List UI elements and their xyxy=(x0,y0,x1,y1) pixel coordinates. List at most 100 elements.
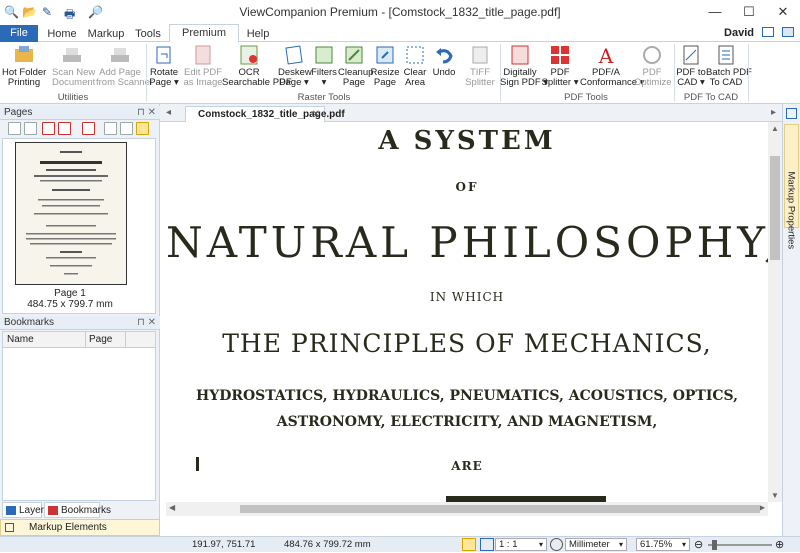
close-button[interactable]: ✕ xyxy=(768,2,798,22)
ortho-icon[interactable] xyxy=(480,538,494,551)
title-bar: 🔍 📂 ✎ 🖶 🔎 ViewCompanion Premium - [Comst… xyxy=(0,0,800,24)
thumbnail-label: Page 1 484.75 x 799.7 mm xyxy=(2,288,138,310)
rotate-page-button[interactable]: Rotate Page ▾ xyxy=(149,44,179,88)
hot-folder-icon xyxy=(15,46,33,62)
group-pdf-tools-label: PDF Tools xyxy=(564,92,608,103)
pages-panel-pin-close-icon[interactable]: ⊓ ✕ xyxy=(137,106,156,120)
document-tab-name: Comstock_1832_title_page.pdf xyxy=(198,109,345,120)
vertical-scroll-thumb[interactable] xyxy=(770,156,780,260)
bookmarks-column-name[interactable]: Name xyxy=(7,334,34,345)
tab-scroll-right-icon[interactable]: ▸ xyxy=(771,107,776,118)
add-page-from-scanner-button[interactable]: Add Page from Scanner xyxy=(96,44,153,88)
chevron-down-icon: ▾ xyxy=(618,540,623,549)
rotate-icon xyxy=(156,46,171,64)
tiff-splitter-label: TIFF Splitter xyxy=(465,67,495,88)
pdf-splitter-button[interactable]: PDF Splitter ▾ xyxy=(540,44,580,88)
resize-icon xyxy=(376,46,394,64)
horizontal-scroll-thumb[interactable] xyxy=(240,505,760,513)
document-tab[interactable]: Comstock_1832_title_page.pdf ✕ xyxy=(185,106,345,122)
pdf-to-cad-label: PDF to CAD ▾ xyxy=(676,67,706,88)
chevron-down-icon: ▾ xyxy=(681,540,686,549)
pages-panel-header: Pages ⊓ ✕ xyxy=(0,106,160,120)
document-size: 484.76 x 799.72 mm xyxy=(284,539,371,550)
dock-panel-icon[interactable] xyxy=(786,108,797,119)
digitally-sign-pdf-button[interactable]: Digitally Sign PDF ▾ xyxy=(500,44,548,88)
ribbon-tabs: File Home Markup Tools Premium Tools Hel… xyxy=(0,24,800,55)
pdf-optimize-button[interactable]: PDF Optimize xyxy=(634,44,672,88)
thumbnail-view-icon[interactable] xyxy=(136,122,149,135)
tab-home[interactable]: Home xyxy=(44,26,80,42)
delete-page-icon[interactable] xyxy=(42,122,55,135)
maximize-button[interactable]: ☐ xyxy=(734,2,764,22)
batch-pdf-to-cad-button[interactable]: Batch PDF To CAD xyxy=(706,44,752,88)
minimize-button[interactable]: — xyxy=(700,2,730,22)
zoom-in-icon[interactable]: ⊕ xyxy=(775,538,784,553)
pdf-line-are: ARE xyxy=(451,459,483,473)
bookmarks-panel-pin-close-icon[interactable]: ⊓ ✕ xyxy=(137,316,156,330)
hot-folder-printing-button[interactable]: Hot Folder Printing xyxy=(2,44,46,88)
remove-page-icon[interactable] xyxy=(58,122,71,135)
zoom-out-icon[interactable]: ⊖ xyxy=(694,538,703,553)
units-value: Millimeter xyxy=(569,539,610,550)
zoom-select[interactable]: 61.75% ▾ xyxy=(636,538,690,551)
extract-page-icon[interactable] xyxy=(82,122,95,135)
ocr-searchable-pdf-button[interactable]: OCR Searchable PDF xyxy=(222,44,292,88)
deskew-icon xyxy=(285,45,303,65)
scan-new-document-button[interactable]: Scan New Document xyxy=(52,44,95,88)
resize-page-button[interactable]: Resize Page xyxy=(370,44,400,88)
bookmarks-list[interactable] xyxy=(2,331,156,501)
restore-window-icon[interactable] xyxy=(782,27,794,37)
page-properties-icon[interactable] xyxy=(104,122,117,135)
deskew-page-button[interactable]: Deskew Page ▾ xyxy=(278,44,312,88)
cleanup-page-button[interactable]: Cleanup Page xyxy=(338,44,373,88)
insert-page-icon[interactable] xyxy=(8,122,21,135)
ribbon-options-icon[interactable] xyxy=(762,27,774,37)
markup-elements-label: Markup Elements xyxy=(29,522,107,533)
user-name[interactable]: David xyxy=(724,27,754,39)
svg-text:A: A xyxy=(598,44,614,66)
left-panel-tabs: Layers Bookmarks xyxy=(0,502,160,518)
tab-bookmarks[interactable]: Bookmarks xyxy=(44,502,111,518)
tab-markup[interactable]: Markup xyxy=(86,26,126,42)
optimize-label: PDF Optimize xyxy=(634,67,672,88)
cleanup-icon xyxy=(345,46,363,64)
add-scan-icon xyxy=(111,48,129,62)
scroll-left-icon[interactable]: ◀ xyxy=(169,503,175,512)
pdf-to-cad-button[interactable]: PDF to CAD ▾ xyxy=(676,44,706,88)
pdf-line-hydrostatics: HYDROSTATICS, HYDRAULICS, PNEUMATICS, AC… xyxy=(195,388,739,404)
tiff-splitter-button[interactable]: TIFF Splitter xyxy=(464,44,496,88)
resize-label: Resize Page xyxy=(370,67,400,88)
tab-premium-tools[interactable]: Premium Tools xyxy=(169,24,239,55)
zoom-value: 61.75% xyxy=(640,539,673,550)
zoom-slider[interactable] xyxy=(708,544,772,546)
tab-layers[interactable]: Layers xyxy=(2,502,49,518)
group-pdf-to-cad-label: PDF To CAD xyxy=(683,92,739,103)
page-thumbnail[interactable] xyxy=(15,142,127,285)
units-select[interactable]: Millimeter ▾ xyxy=(565,538,627,551)
undo-icon xyxy=(436,48,453,64)
tab-tools[interactable]: Tools xyxy=(132,26,164,42)
pdf-splitter-icon xyxy=(551,46,569,64)
document-view[interactable]: A SYSTEM OF NATURAL PHILOSOPHY; IN WHICH… xyxy=(166,122,768,502)
undo-button[interactable]: Undo xyxy=(430,44,458,78)
pdfa-conformance-button[interactable]: A PDF/A Conformance ▾ xyxy=(580,44,644,88)
tab-file[interactable]: File xyxy=(0,25,38,42)
scale-select[interactable]: 1 : 1 ▾ xyxy=(495,538,547,551)
scroll-down-icon[interactable]: ▼ xyxy=(771,491,779,500)
scale-value: 1 : 1 xyxy=(499,539,518,550)
close-tab-icon[interactable]: ✕ xyxy=(312,107,320,122)
page-export-icon[interactable] xyxy=(120,122,133,135)
filters-button[interactable]: Filters ▾ xyxy=(310,44,338,88)
clear-area-button[interactable]: Clear Area xyxy=(401,44,429,88)
scroll-up-icon[interactable]: ▲ xyxy=(771,124,779,133)
append-page-icon[interactable] xyxy=(24,122,37,135)
bookmarks-column-page[interactable]: Page xyxy=(89,334,112,345)
tab-scroll-left-icon[interactable]: ◂ xyxy=(166,107,171,118)
tab-help[interactable]: Help xyxy=(244,26,272,42)
snap-icon[interactable] xyxy=(462,538,476,551)
edit-pdf-icon xyxy=(195,45,211,65)
zoom-slider-handle[interactable] xyxy=(712,540,717,550)
edit-pdf-as-image-button[interactable]: Edit PDF as Image xyxy=(183,44,223,88)
markup-properties-label: Markup Properties xyxy=(786,172,797,250)
markup-elements-bar[interactable]: Markup Elements xyxy=(0,519,160,536)
